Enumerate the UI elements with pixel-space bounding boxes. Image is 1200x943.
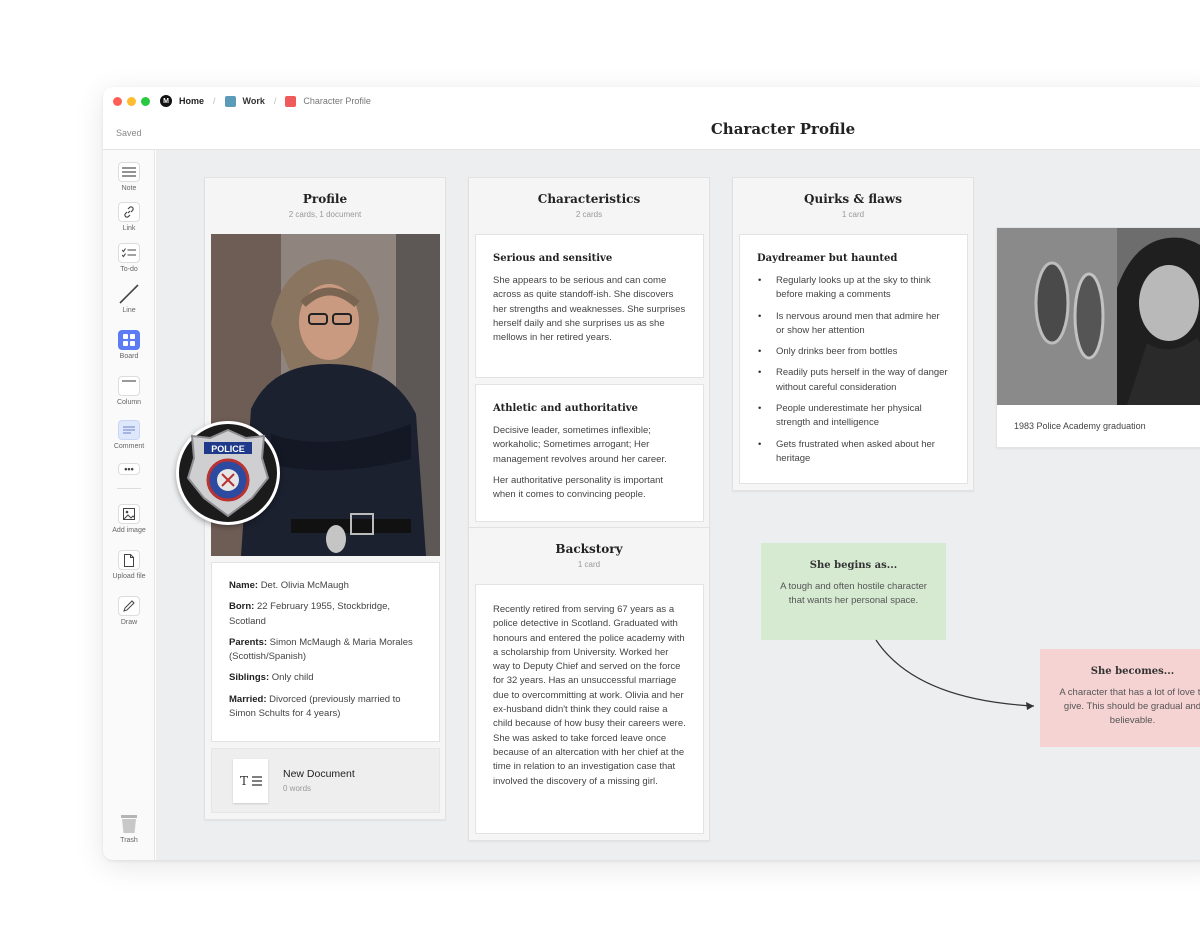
police-badge-icon: POLICE [186, 428, 270, 518]
document-icon: T [233, 759, 268, 803]
board-color-icon [224, 95, 236, 107]
characteristic-card[interactable]: Serious and sensitive She appears to be … [475, 234, 704, 378]
quirks-list: Regularly looks up at the sky to think b… [757, 274, 950, 466]
list-item: Is nervous around men that admire her or… [757, 310, 950, 339]
column-icon [118, 376, 140, 396]
tool-note[interactable]: Note [103, 162, 155, 192]
characteristic-card[interactable]: Athletic and authoritative Decisive lead… [475, 384, 704, 522]
note-text: A character that has a lot of love to gi… [1059, 687, 1200, 726]
file-icon [118, 550, 140, 570]
image-icon [118, 504, 140, 524]
column-subtitle: 1 card [841, 210, 865, 219]
tool-upload-file[interactable]: Upload file [103, 550, 155, 580]
document-word-count: 0 words [283, 784, 312, 793]
card-text: Her authoritative personality is importa… [493, 474, 664, 501]
list-item: Gets frustrated when asked about her her… [757, 438, 950, 467]
toolbar-divider [117, 488, 141, 489]
column-title: Profile [302, 192, 348, 206]
line-icon [118, 284, 140, 304]
fact-name: Name: Det. Olivia McMaugh [229, 580, 349, 591]
more-icon: ••• [118, 463, 140, 475]
board-icon [118, 330, 140, 350]
tool-todo[interactable]: To-do [103, 243, 155, 273]
close-window-button[interactable] [113, 97, 122, 106]
backstory-card[interactable]: Recently retired from serving 67 years a… [475, 584, 704, 834]
arrowhead-icon [1026, 702, 1034, 710]
breadcrumb: M Home / Work / Character Profile [160, 95, 371, 107]
police-badge-image[interactable]: POLICE [176, 421, 280, 525]
note-icon [118, 162, 140, 182]
tool-board[interactable]: Board [103, 330, 155, 360]
characteristics-column[interactable]: Characteristics 2 cards Serious and sens… [468, 177, 710, 529]
column-title: Backstory [555, 542, 623, 556]
card-text: Decisive leader, sometimes inflexible; w… [493, 425, 667, 465]
trash-icon [118, 814, 140, 834]
quirks-column[interactable]: Quirks & flaws 1 card Daydreamer but hau… [732, 177, 974, 491]
backstory-column[interactable]: Backstory 1 card Recently retired from s… [468, 527, 710, 841]
card-text: She appears to be serious and can come a… [493, 275, 686, 344]
fact-married: Married: Divorced (previously married to… [229, 693, 401, 720]
tool-draw[interactable]: Draw [103, 596, 155, 626]
photo-card[interactable]: 1983 Police Academy graduation [996, 227, 1200, 448]
list-item: People underestimate her physical streng… [757, 402, 950, 431]
quirks-card[interactable]: Daydreamer but haunted Regularly looks u… [739, 234, 968, 484]
tool-more[interactable]: ••• [103, 463, 155, 475]
milanote-logo-icon: M [160, 95, 172, 107]
breadcrumb-home[interactable]: M Home [160, 95, 204, 107]
maximize-window-button[interactable] [141, 97, 150, 106]
tool-add-image[interactable]: Add image [103, 504, 155, 534]
note-heading: She becomes... [1090, 666, 1175, 677]
todo-icon [118, 243, 140, 263]
note-she-begins[interactable]: She begins as... A tough and often hosti… [761, 543, 946, 640]
svg-text:T: T [240, 774, 248, 788]
fact-born: Born: 22 February 1955, Stockbridge, Sco… [229, 601, 391, 627]
card-heading: Athletic and authoritative [493, 403, 638, 414]
tool-trash[interactable]: Trash [103, 814, 155, 844]
photo-caption: 1983 Police Academy graduation [1014, 421, 1146, 431]
graduation-portrait-image [997, 228, 1200, 405]
badge-text: POLICE [211, 444, 245, 454]
app-window: M Home / Work / Character Profile Saved … [103, 87, 1200, 860]
comment-icon [118, 420, 140, 440]
profile-column[interactable]: Profile 2 cards, 1 document POLICE Name:… [176, 177, 446, 820]
title-bar: M Home / Work / Character Profile [103, 87, 1200, 117]
column-title: Quirks & flaws [804, 192, 902, 206]
board-color-icon [285, 95, 297, 107]
fact-parents: Parents: Simon McMaugh & Maria Morales (… [229, 636, 413, 663]
profile-facts-card[interactable]: Name: Det. Olivia McMaugh Born: 22 Febru… [211, 562, 440, 742]
note-heading: She begins as... [809, 560, 898, 571]
link-icon [118, 202, 140, 222]
minimize-window-button[interactable] [127, 97, 136, 106]
breadcrumb-character-profile[interactable]: Character Profile [285, 95, 371, 107]
connector-arrow[interactable] [856, 630, 1056, 720]
breadcrumb-work[interactable]: Work [224, 95, 265, 107]
graduation-photo [997, 228, 1200, 405]
list-item: Only drinks beer from bottles [757, 345, 950, 360]
column-subtitle: 2 cards [575, 210, 603, 219]
page-title: Character Profile [710, 120, 856, 138]
document-card[interactable]: T New Document 0 words [211, 748, 440, 813]
tool-column[interactable]: Column [103, 376, 155, 406]
card-heading: Daydreamer but haunted [757, 253, 898, 264]
note-she-becomes[interactable]: She becomes... A character that has a lo… [1040, 649, 1200, 747]
breadcrumb-separator: / [213, 96, 216, 106]
tool-comment[interactable]: Comment [103, 420, 155, 450]
list-item: Regularly looks up at the sky to think b… [757, 274, 950, 303]
document-title: New Document [283, 768, 355, 780]
card-text: Recently retired from serving 67 years a… [493, 604, 686, 787]
fact-siblings: Siblings: Only child [229, 672, 314, 684]
tool-link[interactable]: Link [103, 202, 155, 232]
breadcrumb-separator: / [273, 96, 277, 106]
tool-sidebar: Note Link To-do Line Board Column Commen… [103, 150, 155, 860]
column-title: Characteristics [537, 192, 641, 206]
column-subtitle: 1 card [577, 560, 601, 569]
card-heading: Serious and sensitive [493, 253, 613, 264]
list-item: Readily puts herself in the way of dange… [757, 366, 950, 395]
note-text: A tough and often hostile character that… [780, 581, 927, 606]
pen-icon [118, 596, 140, 616]
board-canvas[interactable]: Profile 2 cards, 1 document POLICE Name:… [156, 150, 1200, 860]
column-subtitle: 2 cards, 1 document [288, 210, 362, 219]
tool-line[interactable]: Line [103, 284, 155, 314]
